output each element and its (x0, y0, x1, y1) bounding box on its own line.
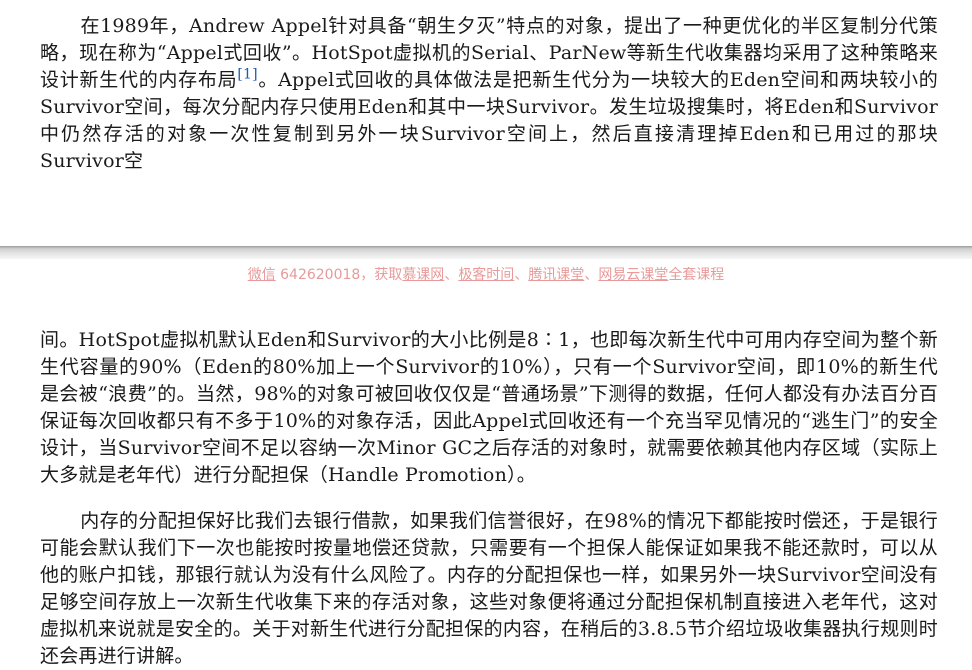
paragraph-survivor-ratio: 间。HotSpot虚拟机默认Eden和Survivor的大小比例是8∶1，也即每… (40, 329, 938, 486)
page-separator (0, 246, 972, 259)
watermark-link-geektime[interactable]: 极客时间 (458, 267, 514, 283)
watermark-text: 642620018，获取 (275, 267, 403, 283)
paragraph-handle-promotion: 内存的分配担保好比我们去银行借款，如果我们信誉很好，在98%的情况下都能按时偿还… (40, 508, 938, 670)
watermark-link-tencent-class[interactable]: 腾讯课堂 (528, 267, 584, 283)
watermark-banner: 微信 642620018，获取慕课网、极客时间、腾讯课堂、网易云课堂全套课程 (0, 264, 972, 284)
watermark-text: 全套课程 (668, 267, 725, 283)
watermark-link-netease-class[interactable]: 网易云课堂 (598, 267, 668, 283)
watermark-wechat-link[interactable]: 微信 (248, 267, 276, 283)
watermark-separator: 、 (444, 267, 459, 283)
paragraph-text: 内存的分配担保好比我们去银行借款，如果我们信誉很好，在98%的情况下都能按时偿还… (40, 510, 938, 667)
watermark-separator: 、 (584, 267, 599, 283)
watermark-separator: 、 (514, 267, 529, 283)
document-page-1: 在1989年，Andrew Appel针对具备“朝生夕灭”特点的对象，提出了一种… (0, 0, 972, 246)
footnote-reference-link[interactable]: [1] (237, 67, 257, 83)
watermark-link-imooc[interactable]: 慕课网 (402, 267, 444, 283)
paragraph-appel-intro: 在1989年，Andrew Appel针对具备“朝生夕灭”特点的对象，提出了一种… (40, 13, 938, 175)
